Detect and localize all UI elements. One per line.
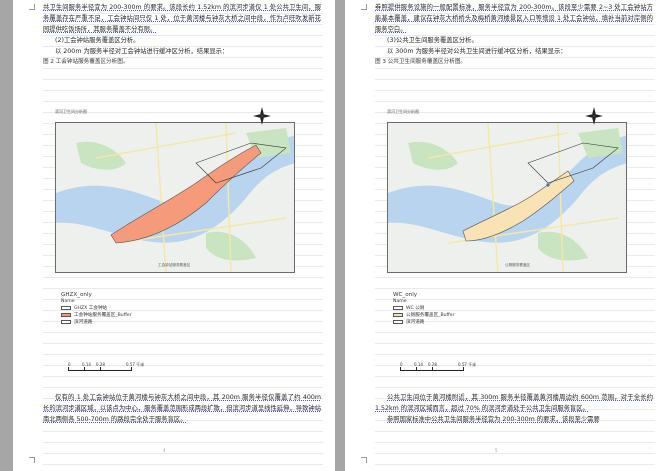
- map-title: 滨河卫生间分析图: [55, 109, 87, 114]
- map-title: 滨河卫生间分析图: [387, 109, 419, 114]
- legend-item: 公厕服务覆盖区_Buffer: [393, 311, 513, 318]
- scale-tick: [84, 367, 85, 371]
- map-figure: [387, 122, 627, 273]
- legend-swatch: [393, 312, 403, 317]
- paragraph: 以 300m 为服务半径对公共卫生间进行缓冲区分析，结果显示：: [387, 48, 567, 55]
- legend-label: 公厕服务覆盖区_Buffer: [406, 312, 455, 318]
- top-text: 共卫生间服务半径宜为 200-300m 的要求。该段长约 1.52km 的滨河步…: [43, 2, 321, 68]
- legend-swatch: [61, 319, 71, 324]
- scale-tick: [68, 367, 69, 371]
- margin-mark: [29, 457, 35, 463]
- legend-item: 滨河道路: [393, 318, 513, 325]
- map-canvas: [388, 123, 626, 272]
- paragraph: (3)公共卫生间服务覆盖区分析。: [387, 37, 478, 44]
- document-page-left: 共卫生间服务半径宜为 200-300m 的要求。该段长约 1.52km 的滨河步…: [13, 0, 335, 471]
- scale-tick: [100, 367, 101, 371]
- scale-bar: 0 0.14 0.28 0.57 千米: [68, 362, 148, 374]
- paragraph: (2)工会钟站服务覆盖区分析。: [55, 37, 140, 44]
- legend-item: 工会钟站服务覆盖区_Buffer: [61, 311, 181, 318]
- legend-label: WC 公厕: [406, 305, 425, 311]
- scale-tick: [432, 367, 433, 371]
- paragraph: 共卫生间服务半径宜为 200-300m 的要求。该段长约 1.52km 的滨河步…: [43, 4, 321, 33]
- map-canvas: [56, 123, 294, 272]
- map-label: 工会钟站服务覆盖区: [158, 263, 191, 267]
- margin-mark: [29, 4, 35, 10]
- legend-label: GHZX 工会钟站: [74, 305, 108, 311]
- map-label: 公厕服务覆盖区: [505, 263, 531, 267]
- map-legend: GHZX_only Name GHZX 工会钟站 工会钟站服务覆盖区_Buffe…: [61, 292, 181, 325]
- margin-mark: [361, 4, 367, 10]
- scale-tick-label: 0.57 千米: [126, 362, 145, 367]
- paragraph: 仅有的 1 处工会钟站位于黄河楼与钟灰大桥之间中段，其 200m 服务半径仅覆盖…: [43, 394, 321, 423]
- legend-swatch: [393, 305, 403, 310]
- legend-swatch: [61, 312, 71, 317]
- paragraph: 参照国家标准中公共卫生间服务半径宜为 200-300m 的要求，该段至少需要: [387, 416, 600, 423]
- scale-tick: [400, 367, 401, 371]
- margin-mark: [361, 457, 367, 463]
- scale-tick: [131, 367, 132, 371]
- scale-tick: [463, 367, 464, 371]
- compass-icon: [585, 107, 603, 125]
- scale-tick: [416, 367, 417, 371]
- map-legend: WC_only Name WC 公厕 公厕服务覆盖区_Buffer 滨河道路: [393, 292, 513, 325]
- legend-item: GHZX 工会钟站: [61, 304, 181, 311]
- legend-item: 滨河道路: [61, 318, 181, 325]
- figure-caption: 图 3 公共卫生间服务覆盖区分析图。: [375, 59, 467, 65]
- legend-label: 滨河道路: [74, 319, 93, 325]
- legend-swatch: [393, 319, 403, 324]
- paragraph: 以 200m 为服务半径对工会钟站进行缓冲区分析，结果显示：: [55, 48, 229, 55]
- legend-label: 滨河道路: [406, 319, 425, 325]
- page-number: 5: [495, 448, 498, 453]
- paragraph: 券照提供服务设施的一般配置标准，服务半径宜为 200-300m。该段至少需要 2…: [375, 4, 653, 33]
- map-figure: [55, 122, 295, 273]
- legend-swatch: [61, 305, 71, 310]
- legend-item: WC 公厕: [393, 304, 513, 311]
- paragraph: 公共卫生间位于黄河楼附近，其 300m 服务半径覆盖黄河楼周边约 600m 范围…: [375, 394, 653, 412]
- legend-label: 工会钟站服务覆盖区_Buffer: [74, 312, 132, 318]
- document-page-right: 券照提供服务设施的一般配置标准，服务半径宜为 200-300m。该段至少需要 2…: [345, 0, 666, 471]
- toilet-marker-icon: [546, 183, 550, 187]
- page-number: 4: [163, 448, 166, 453]
- bottom-text: 仅有的 1 处工会钟站位于黄河楼与钟灰大桥之间中段，其 200m 服务半径仅覆盖…: [43, 392, 321, 425]
- figure-caption: 图 2 工会钟站服务覆盖区分析图。: [43, 59, 129, 65]
- compass-icon: [253, 107, 271, 125]
- top-text: 券照提供服务设施的一般配置标准，服务半径宜为 200-300m。该段至少需要 2…: [375, 2, 653, 68]
- legend-title: WC_only: [393, 292, 418, 298]
- scale-tick-label: 0.57 千米: [458, 362, 477, 367]
- bottom-text: 公共卫生间位于黄河楼附近，其 300m 服务半径覆盖黄河楼周边约 600m 范围…: [375, 392, 653, 425]
- scale-bar: 0 0.14 0.28 0.57 千米: [400, 362, 480, 374]
- legend-title: GHZX_only: [61, 292, 92, 298]
